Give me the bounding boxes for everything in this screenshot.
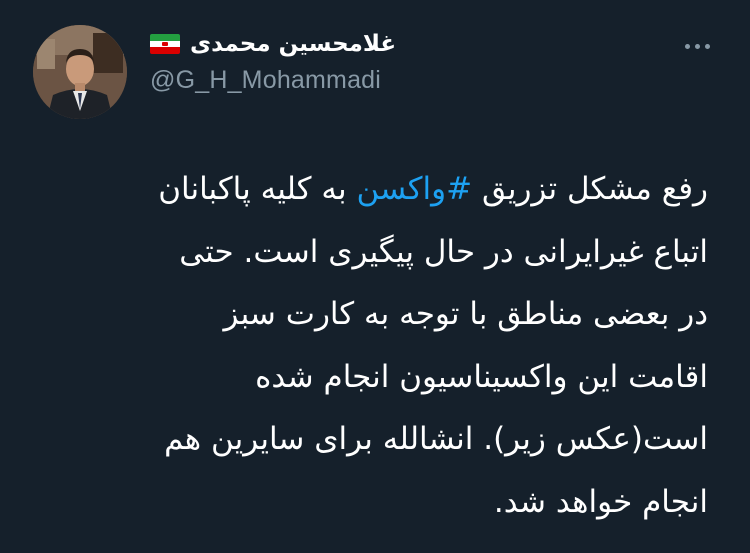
hashtag-link[interactable]: #واکسن	[357, 171, 473, 207]
tweet-line-1-end: به کلیه پاکبانان	[158, 171, 357, 207]
tweet-line-1: رفع مشکل تزریق #واکسن به کلیه پاکبانان	[68, 158, 708, 221]
tweet-line-2: اتباع غیرایرانی در حال پیگیری است. حتی	[179, 233, 708, 270]
tweet-line-3: در بعضی مناطق با توجه به کارت سبز	[223, 296, 708, 332]
avatar-photo	[33, 25, 127, 119]
more-options-icon[interactable]	[680, 36, 714, 56]
tweet-card: غلامحسین محمدی @G_H_Mohammadi رفع مشکل ت…	[0, 0, 750, 553]
author-info: غلامحسین محمدی @G_H_Mohammadi	[150, 26, 396, 95]
author-name-row: غلامحسین محمدی	[150, 26, 396, 62]
author-display-name[interactable]: غلامحسین محمدی	[190, 31, 396, 57]
tweet-line-1-start: رفع مشکل تزریق	[472, 171, 708, 207]
tweet-line-4: اقامت این واکسیناسیون انجام شده	[255, 358, 708, 395]
iran-flag-icon	[150, 34, 180, 54]
avatar[interactable]	[33, 25, 127, 119]
author-handle[interactable]: @G_H_Mohammadi	[150, 66, 396, 95]
tweet-line-6: انجام خواهد شد.	[493, 483, 708, 520]
tweet-header: غلامحسین محمدی @G_H_Mohammadi	[30, 22, 720, 122]
tweet-line-5: است(عکس زیر). انشالله برای سایرین هم	[164, 421, 708, 457]
tweet-text: رفع مشکل تزریق #واکسن به کلیه پاکبانان ا…	[68, 158, 708, 533]
